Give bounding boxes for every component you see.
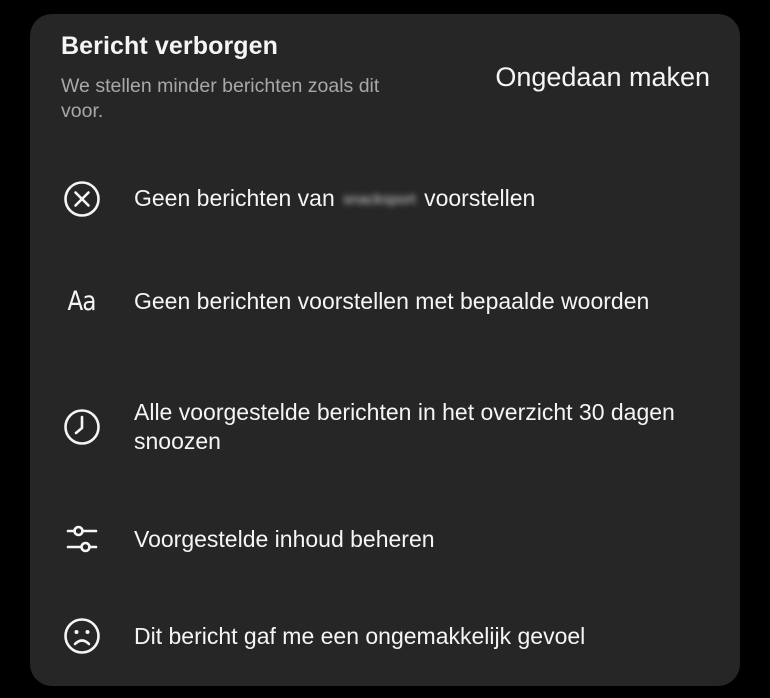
- option-hide-account-suffix: voorstellen: [417, 184, 536, 211]
- text-aa-icon: Aa: [60, 279, 104, 323]
- option-manage-content-label: Voorgestelde inhoud beheren: [134, 525, 435, 552]
- option-hide-words-label: Geen berichten voorstellen met bepaalde …: [134, 287, 650, 314]
- card-subtitle: We stellen minder berichten zoals dit vo…: [61, 75, 380, 122]
- undo-button[interactable]: Ongedaan maken: [495, 62, 710, 93]
- option-snooze-label: Alle voorgestelde berichten in het overz…: [134, 399, 675, 454]
- option-uncomfortable[interactable]: Dit bericht gaf me een ongemakkelijk gev…: [30, 616, 740, 656]
- close-circle-icon: [60, 177, 104, 221]
- option-uncomfortable-label: Dit bericht gaf me een ongemakkelijk gev…: [134, 622, 586, 649]
- sad-face-icon: [60, 614, 104, 658]
- option-snooze[interactable]: Alle voorgestelde berichten in het overz…: [30, 397, 740, 457]
- option-hide-account-label: Geen berichten van snacksport voorstelle…: [134, 184, 714, 214]
- option-manage-content[interactable]: Voorgestelde inhoud beheren: [30, 519, 740, 559]
- hidden-post-card: Bericht verborgen We stellen minder beri…: [30, 14, 740, 686]
- clock-icon: [60, 405, 104, 449]
- card-header: Bericht verborgen We stellen minder beri…: [61, 32, 710, 132]
- card-title: Bericht verborgen: [61, 32, 279, 60]
- option-hide-account[interactable]: Geen berichten van snacksport voorstelle…: [30, 174, 740, 224]
- option-hide-words[interactable]: Aa Geen berichten voorstellen met bepaal…: [30, 271, 740, 331]
- account-name: snacksport: [343, 191, 416, 209]
- sliders-icon: [60, 517, 104, 561]
- option-hide-account-prefix: Geen berichten van: [134, 184, 342, 211]
- text-aa-glyph: Aa: [67, 285, 97, 317]
